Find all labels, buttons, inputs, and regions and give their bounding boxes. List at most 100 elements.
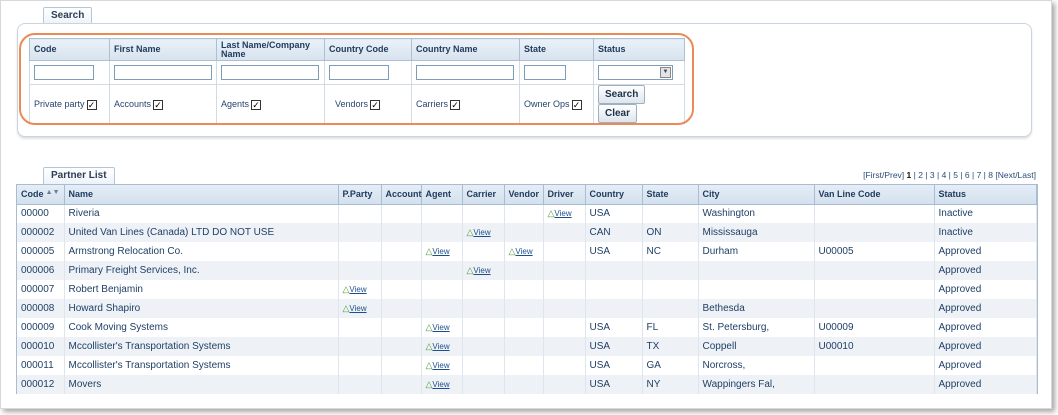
- col-city[interactable]: City: [698, 185, 815, 205]
- vendors-checkbox[interactable]: ✓: [370, 99, 381, 110]
- view-link[interactable]: △View: [343, 303, 367, 313]
- cell-driver: [543, 318, 586, 337]
- cell-agent: [421, 261, 463, 280]
- cell-status: Approved: [934, 318, 1037, 337]
- cell-account: [381, 318, 422, 337]
- cell-vendor: [504, 375, 544, 394]
- page-link-3[interactable]: 3: [930, 170, 935, 180]
- table-row[interactable]: 000006 Primary Freight Services, Inc. △Vie…: [17, 261, 1037, 280]
- view-link[interactable]: △View: [509, 246, 533, 256]
- last-name-input[interactable]: [221, 65, 319, 80]
- search-col-country-name: Country Name: [411, 38, 520, 61]
- first-name-input[interactable]: [114, 65, 212, 80]
- clear-button[interactable]: Clear: [598, 104, 638, 123]
- cell-country: CAN: [585, 223, 643, 242]
- view-link[interactable]: △View: [426, 246, 450, 256]
- view-link[interactable]: △View: [426, 341, 450, 351]
- table-row[interactable]: 000009 Cook Moving Systems △View USA FL St. P…: [17, 318, 1037, 337]
- carriers-checkbox[interactable]: ✓: [450, 99, 461, 110]
- col-agent[interactable]: Agent: [421, 185, 463, 205]
- page-link-1[interactable]: 1: [907, 170, 912, 180]
- page-link-5[interactable]: 5: [953, 170, 958, 180]
- accounts-checkbox[interactable]: ✓: [153, 99, 164, 110]
- view-link[interactable]: △View: [467, 265, 491, 275]
- cell-country: USA: [585, 318, 643, 337]
- col-account[interactable]: Account: [381, 185, 422, 205]
- cell-account: [381, 337, 422, 356]
- view-link-label: View: [554, 209, 572, 219]
- pagination-next-last[interactable]: [Next/Last]: [995, 170, 1036, 180]
- col-pparty[interactable]: P.Party: [338, 185, 382, 205]
- view-link[interactable]: △View: [426, 379, 450, 389]
- cell-code: 000010: [17, 337, 65, 356]
- cell-agent: △View: [421, 356, 463, 375]
- cell-vendor: [504, 280, 544, 299]
- table-row[interactable]: 000005 Armstrong Relocation Co. △View △View…: [17, 242, 1037, 261]
- search-col-code: Code: [29, 38, 110, 61]
- tab-search[interactable]: Search: [43, 7, 93, 24]
- cell-city: Durham: [698, 242, 815, 261]
- col-carrier[interactable]: Carrier: [462, 185, 505, 205]
- col-country[interactable]: Country: [585, 185, 643, 205]
- cell-carrier: [462, 299, 505, 318]
- agents-checkbox[interactable]: ✓: [251, 99, 262, 110]
- cell-agent: [421, 223, 463, 242]
- country-code-input[interactable]: [329, 65, 389, 80]
- cell-country: USA: [585, 337, 643, 356]
- owner-ops-label: Owner Ops: [524, 98, 570, 109]
- pagination-first-prev[interactable]: [First/Prev]: [863, 170, 904, 180]
- country-name-input[interactable]: [416, 65, 514, 80]
- col-state[interactable]: State: [642, 185, 699, 205]
- view-link[interactable]: △View: [426, 360, 450, 370]
- view-link[interactable]: △View: [467, 227, 491, 237]
- owner-ops-checkbox[interactable]: ✓: [571, 99, 582, 110]
- cell-agent: △View: [421, 375, 463, 394]
- chevron-down-icon[interactable]: ▼: [660, 67, 671, 78]
- page-link-4[interactable]: 4: [942, 170, 947, 180]
- partner-table-body: 00000 Riveria △View USA Washington Inactive 00…: [17, 204, 1037, 394]
- cell-status: Approved: [934, 299, 1037, 318]
- cell-status: Approved: [934, 242, 1037, 261]
- col-status[interactable]: Status: [934, 185, 1037, 205]
- table-row[interactable]: 000011 Mccollister's Transportation Syste…: [17, 356, 1037, 375]
- page-link-6[interactable]: 6: [965, 170, 970, 180]
- col-vendor[interactable]: Vendor: [504, 185, 544, 205]
- cell-driver: [543, 337, 586, 356]
- search-button[interactable]: Search: [598, 85, 646, 104]
- cell-country: USA: [585, 375, 643, 394]
- table-row[interactable]: 000012 Movers △View USA NY Wappingers Fal, App…: [17, 375, 1037, 394]
- col-van-line-code[interactable]: Van Line Code: [814, 185, 935, 205]
- code-input[interactable]: [34, 65, 94, 80]
- status-select[interactable]: ▼: [598, 65, 673, 80]
- col-name[interactable]: Name: [64, 185, 339, 205]
- page-link-7[interactable]: 7: [977, 170, 982, 180]
- view-link[interactable]: △View: [426, 322, 450, 332]
- tab-partner-list[interactable]: Partner List: [43, 167, 115, 184]
- state-input[interactable]: [524, 65, 566, 80]
- view-link[interactable]: △View: [548, 208, 572, 219]
- table-row[interactable]: 000010 Mccollister's Transportation Syste…: [17, 337, 1037, 356]
- view-link-label: View: [473, 228, 491, 237]
- col-driver[interactable]: Driver: [543, 185, 586, 205]
- page-link-2[interactable]: 2: [918, 170, 923, 180]
- search-col-last-name: Last Name/Company Name: [216, 38, 325, 61]
- cell-city: Coppell: [698, 337, 815, 356]
- cell-state: NC: [642, 242, 699, 261]
- cell-account: [381, 204, 422, 223]
- view-link[interactable]: △View: [343, 284, 367, 294]
- table-row[interactable]: 000007 Robert Benjamin △View Approved: [17, 280, 1037, 299]
- page-link-8[interactable]: 8: [988, 170, 993, 180]
- cell-city: Norcross,: [698, 356, 815, 375]
- cell-pparty: [338, 204, 382, 223]
- col-code[interactable]: Code ▲▼: [17, 185, 65, 205]
- sort-icon[interactable]: ▲▼: [46, 189, 60, 196]
- cell-status: Inactive: [934, 204, 1037, 223]
- accounts-label: Accounts: [114, 98, 152, 109]
- view-link-label: View: [432, 342, 450, 351]
- table-row[interactable]: 000008 Howard Shapiro △View Bethesda Approve…: [17, 299, 1037, 318]
- col-code-label: Code: [21, 189, 44, 200]
- table-row[interactable]: 00000 Riveria △View USA Washington Inactive: [17, 204, 1037, 223]
- private-party-checkbox[interactable]: ✓: [86, 99, 97, 110]
- table-row[interactable]: 000002 United Van Lines (Canada) LTD DO N…: [17, 223, 1037, 242]
- cell-vendor: [504, 356, 544, 375]
